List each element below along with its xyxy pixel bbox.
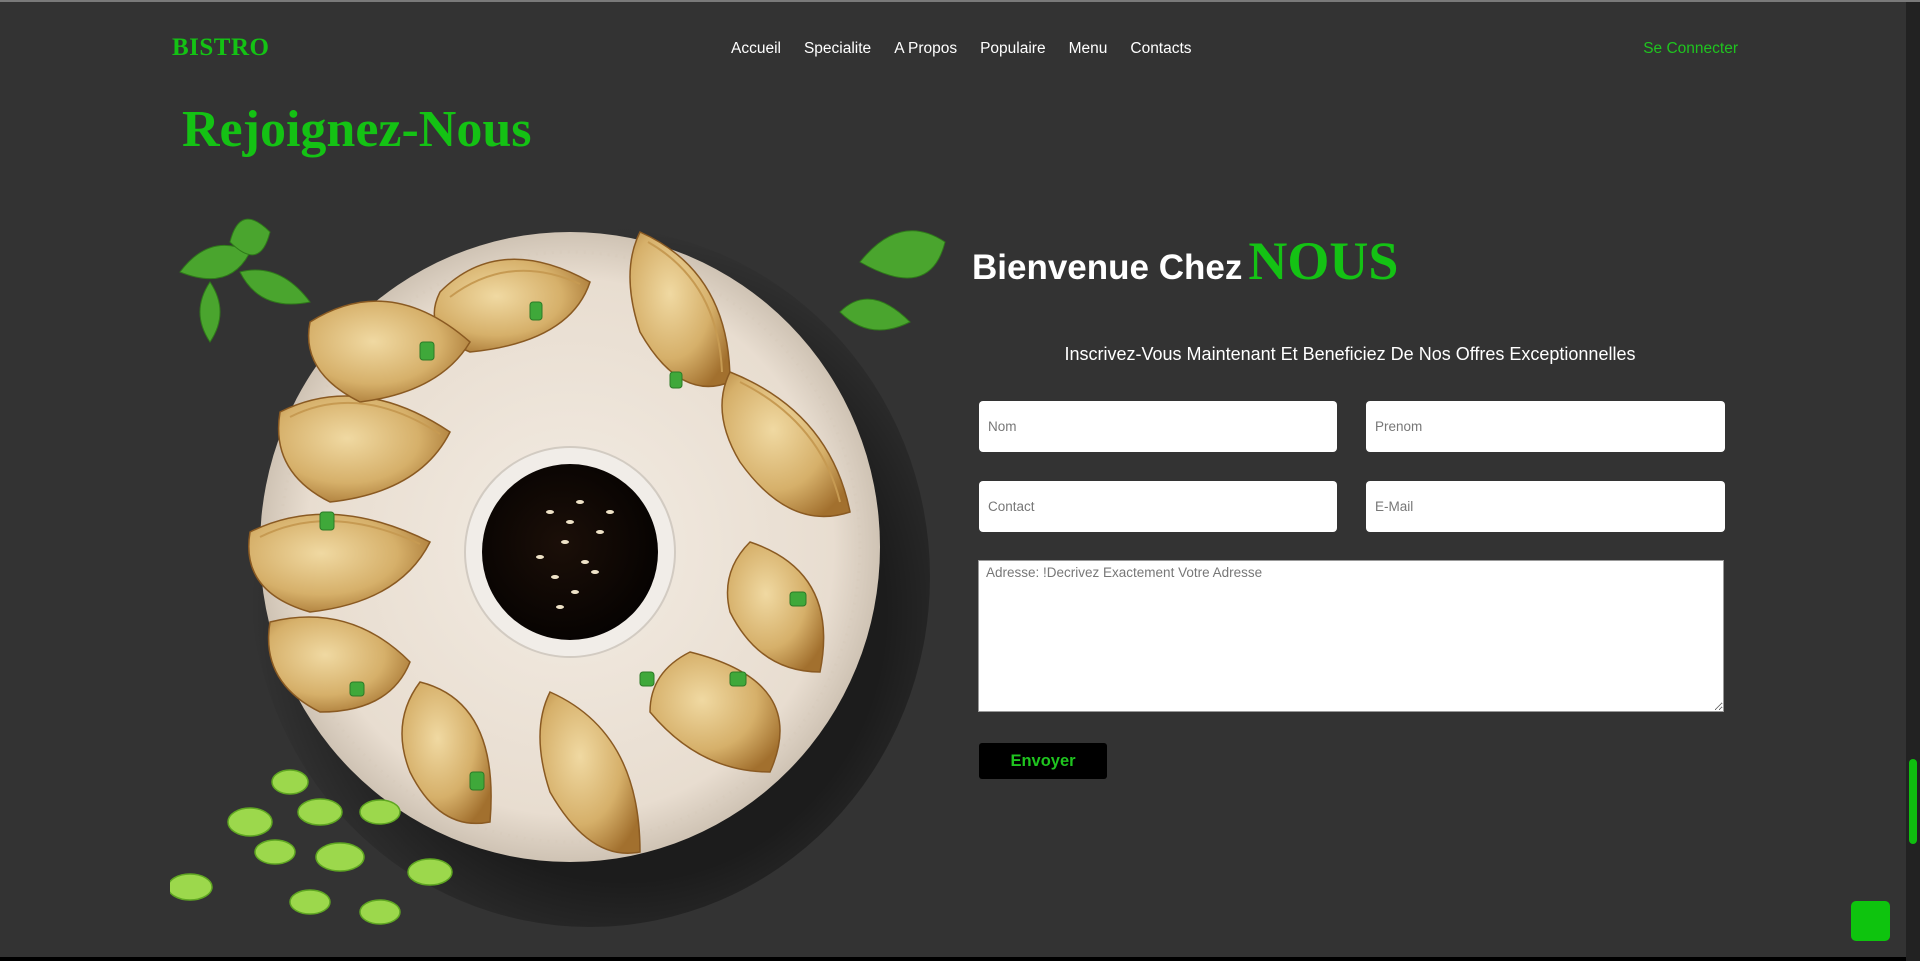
- nav-link-accueil[interactable]: Accueil: [731, 40, 781, 58]
- contact-input[interactable]: [979, 481, 1337, 532]
- nom-input[interactable]: [979, 401, 1337, 452]
- main-nav: Accueil Specialite A Propos Populaire Me…: [731, 40, 1215, 58]
- nav-link-populaire[interactable]: Populaire: [980, 40, 1046, 58]
- nav-link-a-propos[interactable]: A Propos: [894, 40, 957, 58]
- dumplings-image: [170, 218, 946, 927]
- section-title: Rejoignez-Nous: [182, 101, 532, 158]
- nav-link-contacts[interactable]: Contacts: [1130, 40, 1191, 58]
- prenom-input[interactable]: [1366, 401, 1725, 452]
- scrollbar-thumb[interactable]: [1909, 759, 1917, 844]
- nav-link-menu[interactable]: Menu: [1069, 40, 1108, 58]
- site-logo[interactable]: BISTRO: [172, 34, 269, 62]
- nav-link-specialite[interactable]: Specialite: [804, 40, 871, 58]
- welcome-text: Bienvenue Chez: [972, 248, 1243, 287]
- login-link[interactable]: Se Connecter: [1643, 40, 1738, 58]
- scroll-top-button[interactable]: [1851, 901, 1890, 941]
- page: BISTRO Accueil Specialite A Propos Popul…: [0, 2, 1906, 957]
- welcome-accent: NOUS: [1248, 231, 1399, 291]
- email-input[interactable]: [1366, 481, 1725, 532]
- adresse-textarea[interactable]: [978, 560, 1724, 712]
- scrollbar[interactable]: [1906, 2, 1920, 961]
- welcome-heading: Bienvenue Chez NOUS: [972, 230, 1398, 292]
- form-subtitle: Inscrivez-Vous Maintenant Et Beneficiez …: [1064, 344, 1636, 364]
- submit-button[interactable]: Envoyer: [979, 743, 1107, 779]
